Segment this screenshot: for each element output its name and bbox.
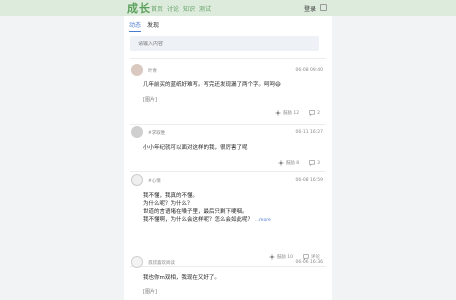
post-item: #心情 06-08 16:59 我不懂，我真的不懂。 为什么呢？为什么？ 世道的… [130, 174, 326, 264]
post-time: 06-06 16:36 [295, 260, 323, 265]
tab-activity[interactable]: 动态 [129, 20, 142, 32]
user-menu-icon[interactable] [320, 4, 327, 11]
post-image-tag[interactable]: [图片] [143, 288, 157, 295]
feed-tabs: 动态 发现 [129, 20, 159, 32]
post-text-line: 我不懂，我真的不懂。 [143, 193, 199, 199]
brand-logo[interactable]: 成长 [127, 0, 151, 16]
post-text-line: 世道的言语堵在嗓子里，最后只剩下哽咽。 [143, 209, 248, 215]
comment-icon [309, 160, 315, 166]
post-time: 06-11 16:27 [295, 130, 323, 135]
post-text-line: 我不懂啊，为什么会这样呢？怎么会如此呢？ [143, 217, 254, 223]
post-username[interactable]: 叔叔喜欢阅读 [148, 260, 175, 266]
post-item: 叔叔喜欢阅读 06-06 16:36 我也你m双相，我现在又好了。 [图片] [130, 256, 326, 300]
post-text-line: 几年前买的蓝纸好难写。写完还发现漏了两个字。呵呵😄 [143, 82, 281, 88]
post-content: 几年前买的蓝纸好难写。写完还发现漏了两个字。呵呵😄 [143, 81, 281, 89]
post-text-line: 小小年纪就可以面对这样的我，很厉害了呢 [143, 145, 248, 151]
divider [130, 124, 326, 125]
sun-icon [277, 160, 284, 166]
like-button[interactable]: 鼓励 8 [277, 160, 300, 166]
comment-icon [309, 110, 315, 116]
sun-icon [274, 110, 281, 116]
like-button[interactable]: 鼓励 12 [274, 110, 300, 116]
avatar[interactable] [131, 174, 143, 186]
post-content: 小小年纪就可以面对这样的我，很厉害了呢 [143, 144, 248, 152]
comment-count: 3 [317, 160, 320, 166]
main-nav: 首页 讨论 知识 测试 [151, 4, 211, 13]
post-actions: 鼓励 12 2 [274, 110, 320, 116]
tab-discover[interactable]: 发现 [147, 20, 159, 32]
post-username[interactable]: 叶青 [148, 68, 157, 74]
login-link[interactable]: 登录 [304, 4, 316, 13]
comment-button[interactable]: 2 [309, 110, 320, 116]
avatar[interactable] [131, 64, 143, 76]
avatar[interactable] [131, 256, 143, 268]
main-feed-panel: 动态 发现 叶青 06-08 09:40 几年前买的蓝纸好难写。写完还发现漏了两… [124, 16, 332, 300]
post-username[interactable]: #求取胜 [148, 130, 165, 136]
post-text-line: 为什么呢？为什么？ [143, 201, 193, 207]
divider [130, 58, 326, 59]
nav-item-knowledge[interactable]: 知识 [183, 4, 195, 13]
post-item: #求取胜 06-11 16:27 小小年纪就可以面对这样的我，很厉害了呢 鼓励 … [130, 126, 326, 174]
comment-count: 2 [317, 110, 320, 116]
search-box[interactable] [130, 36, 319, 51]
comment-button[interactable]: 3 [309, 160, 320, 166]
post-actions: 鼓励 8 3 [277, 160, 320, 166]
post-username[interactable]: #心情 [148, 178, 161, 184]
post-content: 我不懂，我真的不懂。 为什么呢？为什么？ 世道的言语堵在嗓子里，最后只剩下哽咽。… [143, 192, 271, 225]
like-count: 鼓励 12 [282, 111, 300, 116]
nav-item-test[interactable]: 测试 [199, 4, 211, 13]
divider [130, 171, 326, 172]
like-count: 鼓励 8 [285, 161, 300, 166]
nav-item-home[interactable]: 首页 [151, 4, 163, 13]
post-image-tag[interactable]: [图片] [143, 96, 157, 103]
post-item: 叶青 06-08 09:40 几年前买的蓝纸好难写。写完还发现漏了两个字。呵呵😄… [130, 64, 326, 124]
post-time: 06-08 16:59 [295, 178, 323, 183]
post-content: 我也你m双相，我现在又好了。 [143, 274, 220, 282]
top-navigation-bar: 成长 首页 讨论 知识 测试 登录 [0, 0, 456, 16]
nav-item-discussion[interactable]: 讨论 [167, 4, 179, 13]
post-time: 06-08 09:40 [295, 68, 323, 73]
search-input[interactable] [138, 41, 308, 47]
avatar[interactable] [131, 126, 143, 138]
read-more-link[interactable]: ...more [255, 218, 271, 223]
post-text-line: 我也你m双相，我现在又好了。 [143, 275, 220, 281]
